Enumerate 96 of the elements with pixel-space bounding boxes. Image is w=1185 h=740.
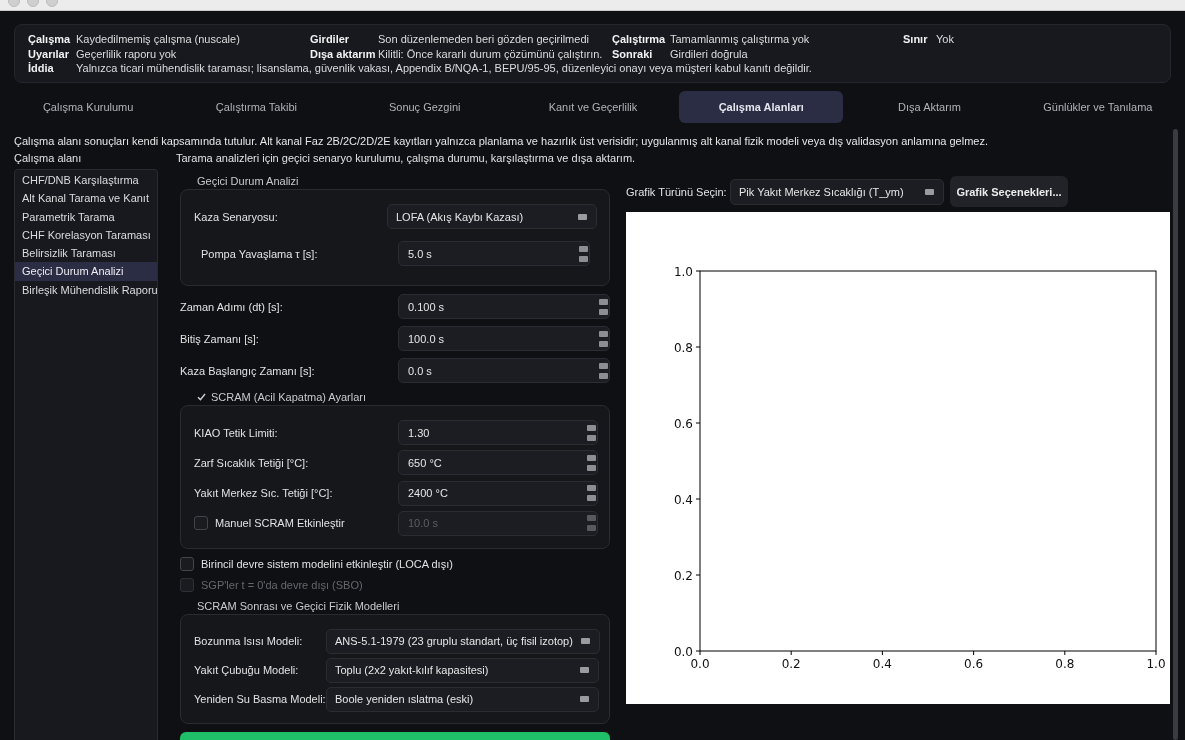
field-label: Bitiş Zamanı [s]: [180,332,260,345]
group-title[interactable]: SCRAM (Acil Kapatma) Ayarları [211,390,367,404]
field-label: Yakıt Çubuğu Modeli: [194,664,300,677]
step-down-button[interactable] [587,464,596,471]
summary-label: Sınır [903,33,929,46]
sidebar-item[interactable]: Geçici Durum Analizi [15,262,157,281]
summary-label: Çalışma [28,33,72,46]
spin-field[interactable]: 0.0 s [398,358,610,383]
summary-label: Sonraki [612,47,654,60]
sidebar-item[interactable]: CHF Korelasyon Taraması [15,225,157,245]
summary-value: Son düzenlemeden beri gözden geçirilmedi [378,33,590,46]
step-up-button[interactable] [599,298,608,305]
tick-label: 1.0 [673,264,693,279]
dropdown-icon [578,213,587,220]
summary-value: Kilitli: Önce kararlı durum çözümünü çalıştırın. [378,47,604,60]
step-up-button[interactable] [579,245,588,252]
sidebar-item[interactable]: Alt Kanal Tarama ve Kanıt [15,189,157,208]
summary-value: Yalnızca ticari mühendislik taraması; lisanslama, güvenlik vakası, Appendix B/NQA-1, BEPU/95-95, düzenleyici onayı veya müşteri kabul kanıtı değildir. [76,62,813,75]
tick-label: 1.0 [1146,657,1166,671]
dropdown-icon [580,638,590,645]
summary-value: Tamamlanmış çalıştırma yok [670,33,811,46]
field-label: Yeniden Su Basma Modeli: [194,693,326,706]
checkbox[interactable] [180,557,194,572]
sidebar-item[interactable]: CHF/DNB Karşılaştırma [15,171,157,190]
dropdown[interactable]: Boole yeniden ıslatma (eski) [326,686,599,712]
tab[interactable]: Kanıt ve Geçerlilik [510,91,676,123]
field-label: Zarf Sıcaklık Tetiği [°C]: [194,456,310,469]
spin-field[interactable]: 650 °C [398,450,598,476]
dropdown[interactable]: Toplu (2x2 yakıt-kılıf kapasitesi) [326,657,599,683]
step-down-button[interactable] [599,308,608,315]
dropdown-icon [925,188,934,195]
field-label: Yakıt Merkez Sıc. Tetiği [°C]: [194,487,334,500]
tick-label: 0.8 [1055,657,1075,671]
summary-label: Girdiler [310,33,351,46]
spin-field[interactable]: 1.30 [398,420,598,445]
summary-label: Uyarılar [28,47,70,60]
description-text: Tarama analizleri için geçici senaryo kurulumu, çalışma durumu, karşılaştırma ve dışa aktarım. [176,151,637,165]
spin-field[interactable]: 0.100 s [398,294,610,319]
tick-label: 0.0 [673,644,693,659]
dropdown-icon [580,667,589,674]
chart-options-button[interactable]: Grafik Seçenekleri... [950,176,1068,207]
sidebar-title: Çalışma alanı [14,151,83,165]
tick-label: 0.4 [673,492,693,507]
tab[interactable]: Çalışma Alanları [679,91,844,123]
checkbox-label[interactable]: Birincil devre sistem modelini etkinleştir (LOCA dışı) [201,558,453,571]
tab[interactable]: Dışa Aktarım [847,91,1012,123]
sidebar-item[interactable]: Birleşik Mühendislik Raporu [15,280,157,300]
summary-value: Geçerlilik raporu yok [76,47,178,60]
tick-label: 0.4 [872,657,892,671]
spin-field[interactable]: 100.0 s [398,326,610,351]
dropdown[interactable]: LOFA (Akış Kaybı Kazası) [387,204,597,229]
step-up-button[interactable] [599,330,608,337]
dropdown[interactable]: Pik Yakıt Merkez Sıcaklığı (T_ym) [730,178,944,205]
sidebar-item[interactable]: Parametrik Tarama [15,207,157,226]
step-down-button[interactable] [587,434,596,441]
tick-label: 0.2 [673,568,693,583]
group-title: Geçici Durum Analizi [197,174,299,188]
step-down-button[interactable] [599,372,608,379]
tab[interactable]: Çalıştırma Takibi [174,91,339,123]
tick-label: 0.0 [690,657,710,671]
spin-field[interactable]: 5.0 s [398,241,590,266]
tick-label: 0.6 [964,657,984,671]
dropdown-icon [580,696,589,703]
tab[interactable]: Günlükler ve Tanılama [1015,91,1180,123]
tick-label: 0.8 [673,340,693,355]
field-label: Kaza Senaryosu: [194,210,279,223]
field-label: Kaza Başlangıç Zamanı [s]: [180,364,316,377]
notice-text: Çalışma alanı sonuçları kendi kapsamında tutulur. Alt kanal Faz 2B/2C/2D/2E kayıtları yalnızca planlama ve hazırlık üst verisidir; uygulanmış alt kanal fizik modeli veya dış validasyon anlamına gelmez. [14,134,989,148]
step-up-button[interactable] [587,424,596,431]
spin-field[interactable]: 2400 °C [398,480,598,506]
summary-value: Girdileri doğrula [670,47,749,60]
scrollbar[interactable] [1173,129,1178,740]
step-down-button[interactable] [599,340,608,347]
summary-label: Dışa aktarım [310,47,377,60]
summary-label: İddia [28,62,55,75]
check-icon [197,393,206,401]
tick-label: 0.2 [781,657,801,671]
step-down-button[interactable] [579,255,588,262]
tick-label: 0.6 [673,416,693,431]
dropdown[interactable]: ANS-5.1-1979 (23 gruplu standart, üç fisil izotop) [326,628,600,654]
step-up-button[interactable] [599,362,608,369]
sidebar-item[interactable]: Belirsizlik Taraması [15,244,157,263]
step-up-button[interactable] [587,485,596,492]
step-up-button[interactable] [587,454,596,461]
field-label: KIAO Tetik Limiti: [194,426,279,439]
tab[interactable]: Sonuç Gezgini [342,91,507,123]
tab[interactable]: Çalışma Kurulumu [6,91,171,123]
step-down-button[interactable] [587,495,596,502]
field-label: Pompa Yavaşlama τ [s]: [201,247,319,260]
group-title: SCRAM Sonrası ve Geçici Fizik Modelleri [197,598,400,613]
field-label: Grafik Türünü Seçin: [626,185,728,198]
summary-label: Çalıştırma [612,33,667,46]
summary-value: Kaydedilmemiş çalışma (nuscale) [76,33,241,46]
summary-value: Yok [936,33,955,46]
field-label: Bozunma Isısı Modeli: [194,635,304,648]
field-label: Zaman Adımı (dt) [s]: [180,300,284,313]
